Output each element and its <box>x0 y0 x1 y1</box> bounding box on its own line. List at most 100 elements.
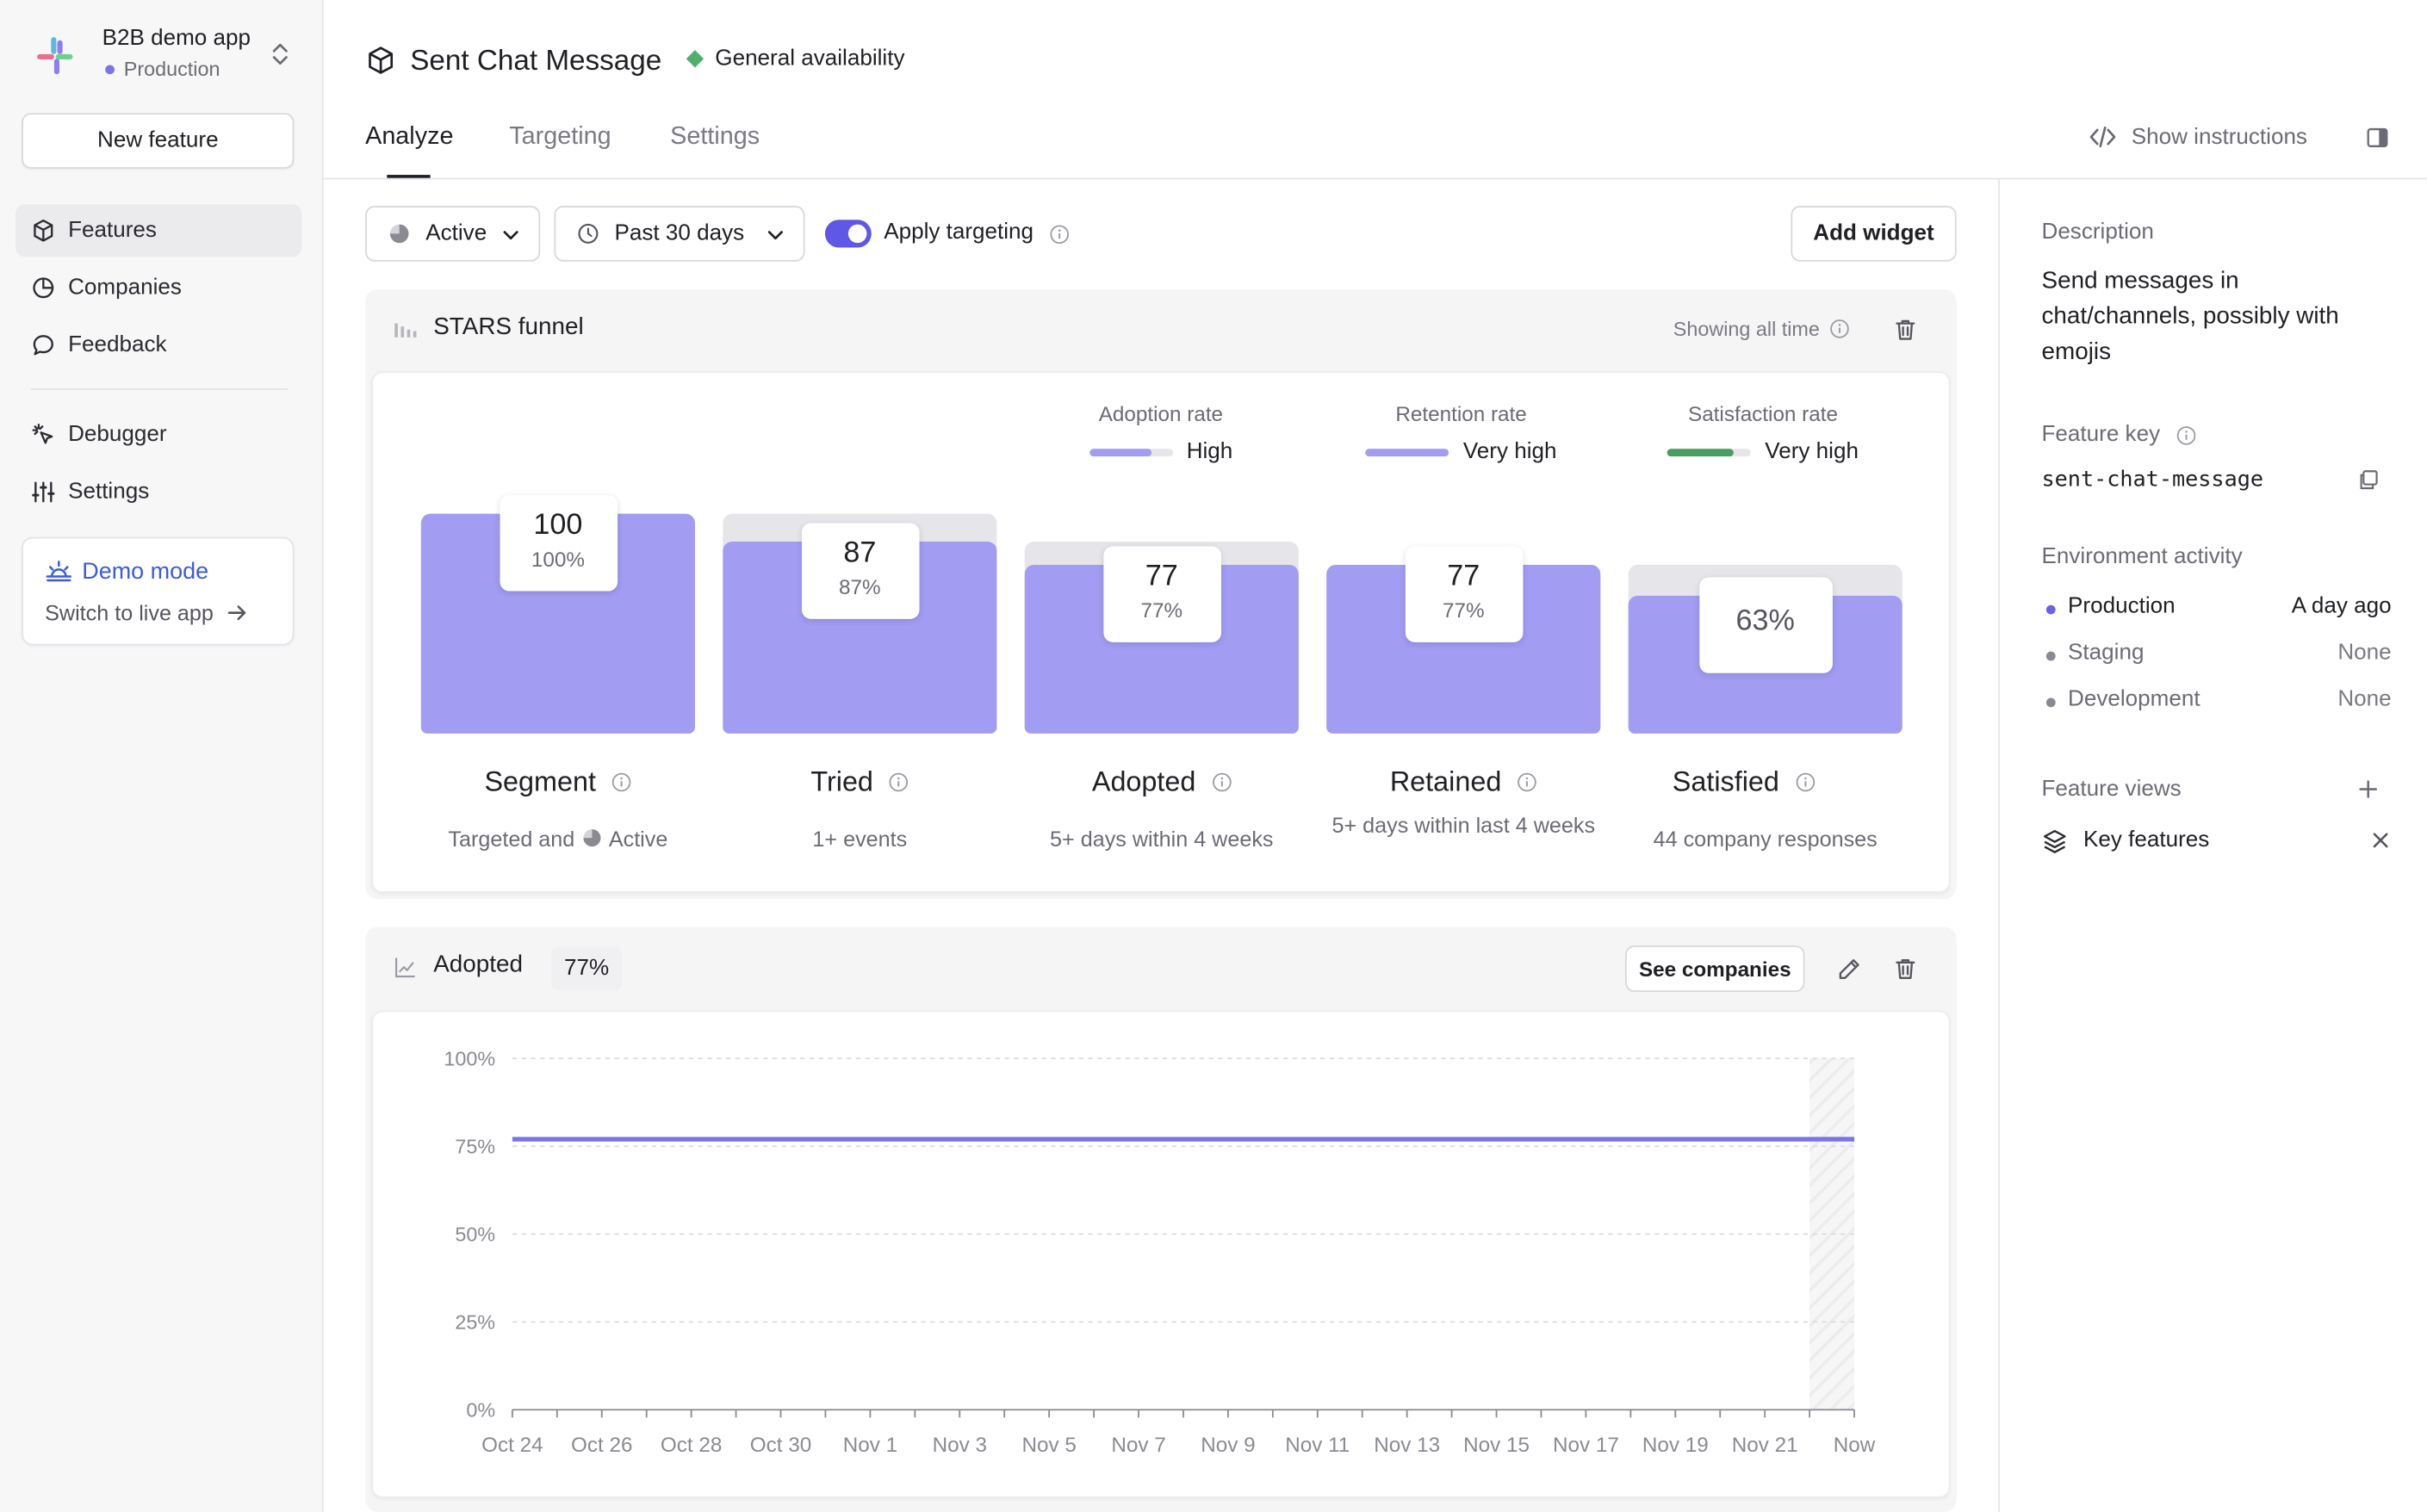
env-status-dot <box>2045 651 2056 661</box>
y-tick-label: 25% <box>455 1311 495 1333</box>
close-icon[interactable] <box>2370 829 2392 851</box>
apply-targeting-toggle[interactable] <box>824 220 872 248</box>
sliders-icon <box>32 481 55 503</box>
x-tick-label: Nov 21 <box>1732 1434 1798 1457</box>
sidebar-item-label: Feedback <box>68 332 167 358</box>
copy-icon[interactable] <box>2357 469 2379 491</box>
trash-icon[interactable] <box>1893 957 1918 982</box>
stage-description: Targeted and Active <box>421 825 695 852</box>
status-badge[interactable]: General availability <box>686 46 904 71</box>
code-icon <box>2089 126 2116 148</box>
feature-view-item[interactable]: Key features <box>2041 823 2391 858</box>
x-tick-label: Nov 15 <box>1463 1434 1530 1457</box>
sidebar-item-settings[interactable]: Settings <box>16 466 301 518</box>
env-status-dot <box>2045 604 2056 615</box>
switch-to-live-link[interactable]: Switch to live app <box>45 600 247 625</box>
feature-key-value: sent-chat-message <box>2041 467 2264 493</box>
x-tick-label: Nov 17 <box>1553 1434 1619 1457</box>
stage-count: 77 <box>1447 559 1480 592</box>
clock-icon <box>578 223 599 244</box>
sidebar-item-companies[interactable]: Companies <box>16 262 301 314</box>
rate-value: High <box>1186 439 1233 465</box>
sidebar-toggle-icon[interactable] <box>2367 127 2388 148</box>
add-widget-button[interactable]: Add widget <box>1791 206 1957 262</box>
rate-label: Adoption rate <box>1098 402 1224 426</box>
rate-label: Retention rate <box>1395 402 1527 426</box>
x-tick-label: Nov 9 <box>1201 1434 1255 1457</box>
stage-name: Adopted <box>1025 766 1299 799</box>
sidebar-item-feedback[interactable]: Feedback <box>16 319 301 371</box>
line-chart-icon <box>395 957 415 978</box>
stage-name-label: Satisfied <box>1672 765 1779 797</box>
status-diamond-icon <box>686 50 705 68</box>
env-row-production: Production A day ago <box>2041 594 2392 625</box>
stage-value-box: 100 100% <box>499 495 618 592</box>
tab-analyze[interactable]: Analyze <box>365 124 453 152</box>
new-feature-button[interactable]: New feature <box>22 113 295 169</box>
sidebar-item-label: Debugger <box>68 422 167 448</box>
info-icon[interactable] <box>1211 772 1231 792</box>
env-name: Development <box>2068 686 2200 712</box>
x-tick-label: Nov 19 <box>1642 1434 1709 1457</box>
stage-desc-suffix: Active <box>608 826 668 852</box>
adopted-line-chart: 0% 25% 50% 75% 100% Oct 24 Oct 26 Oct 28 Oct 30 N… <box>444 1047 1875 1457</box>
stage-pct: 77% <box>1140 598 1183 622</box>
stage-pct: 63% <box>1735 604 1795 637</box>
x-tick-label: Oct 26 <box>571 1434 632 1457</box>
sidebar-item-features[interactable]: Features <box>15 204 302 257</box>
layers-icon <box>2043 829 2066 852</box>
trash-icon[interactable] <box>1893 317 1918 342</box>
app-switcher[interactable]: B2B demo app Production <box>22 22 300 90</box>
y-tick-label: 100% <box>444 1047 495 1069</box>
stage-value-box: 87 87% <box>801 524 919 620</box>
feature-key-label: Feature key <box>2041 423 2195 447</box>
y-tick-label: 0% <box>466 1398 495 1421</box>
adopted-value-badge: 77% <box>550 946 623 991</box>
rate-value: Very high <box>1765 439 1859 465</box>
x-tick-label: Nov 1 <box>843 1434 897 1457</box>
environment-activity-label: Environment activity <box>2041 544 2243 570</box>
env-status-dot <box>2045 697 2056 708</box>
showing-period: Showing all time <box>1673 317 1849 340</box>
env-row-development: Development None <box>2041 686 2392 718</box>
x-tick-label: Nov 13 <box>1374 1434 1440 1457</box>
stage-name: Tried <box>723 766 996 799</box>
stage-name-label: Adopted <box>1091 765 1196 797</box>
stage-value-box: 77 77% <box>1404 545 1523 642</box>
tab-settings[interactable]: Settings <box>670 124 760 152</box>
info-icon[interactable] <box>1517 772 1536 792</box>
pie-filled-icon <box>389 224 409 244</box>
widget-title: STARS funnel <box>433 313 584 341</box>
plus-icon[interactable] <box>2357 778 2379 800</box>
period-value: Past 30 days <box>614 220 745 246</box>
stage-count: 87 <box>843 537 877 571</box>
stage-value-box: 77 77% <box>1102 545 1221 642</box>
env-last-seen: None <box>2337 641 2392 666</box>
info-icon[interactable] <box>611 772 631 792</box>
period-dropdown[interactable]: Past 30 days <box>554 206 805 262</box>
info-icon[interactable] <box>889 772 909 792</box>
pencil-icon[interactable] <box>1837 957 1862 982</box>
see-companies-button[interactable]: See companies <box>1625 945 1805 993</box>
switch-to-live-label: Switch to live app <box>45 600 214 626</box>
tab-targeting[interactable]: Targeting <box>509 124 611 152</box>
info-icon[interactable] <box>2176 424 2195 444</box>
stage-description: 44 company responses <box>1653 826 1878 852</box>
stage-description: 5+ days within 4 weeks <box>1050 826 1274 852</box>
info-icon[interactable] <box>1049 225 1069 245</box>
pie-filled-icon <box>583 829 601 847</box>
demo-mode-label: Demo mode <box>82 557 209 585</box>
sidebar-item-debugger[interactable]: Debugger <box>16 408 301 461</box>
show-instructions-button[interactable]: Show instructions <box>2088 122 2307 152</box>
x-tick-label: Oct 28 <box>661 1434 722 1457</box>
stage-name: Retained <box>1326 766 1600 799</box>
x-tick-label: Nov 3 <box>933 1434 987 1457</box>
stage-name-label: Tried <box>810 765 873 797</box>
info-icon[interactable] <box>1795 772 1815 792</box>
info-icon[interactable] <box>1829 319 1849 338</box>
demo-mode-card[interactable]: Demo mode Switch to live app <box>22 536 295 646</box>
app-name: B2B demo app <box>102 26 251 52</box>
rate-value: Very high <box>1462 439 1557 465</box>
status-filter-dropdown[interactable]: Active <box>365 206 541 262</box>
stage-count: 77 <box>1145 559 1178 592</box>
